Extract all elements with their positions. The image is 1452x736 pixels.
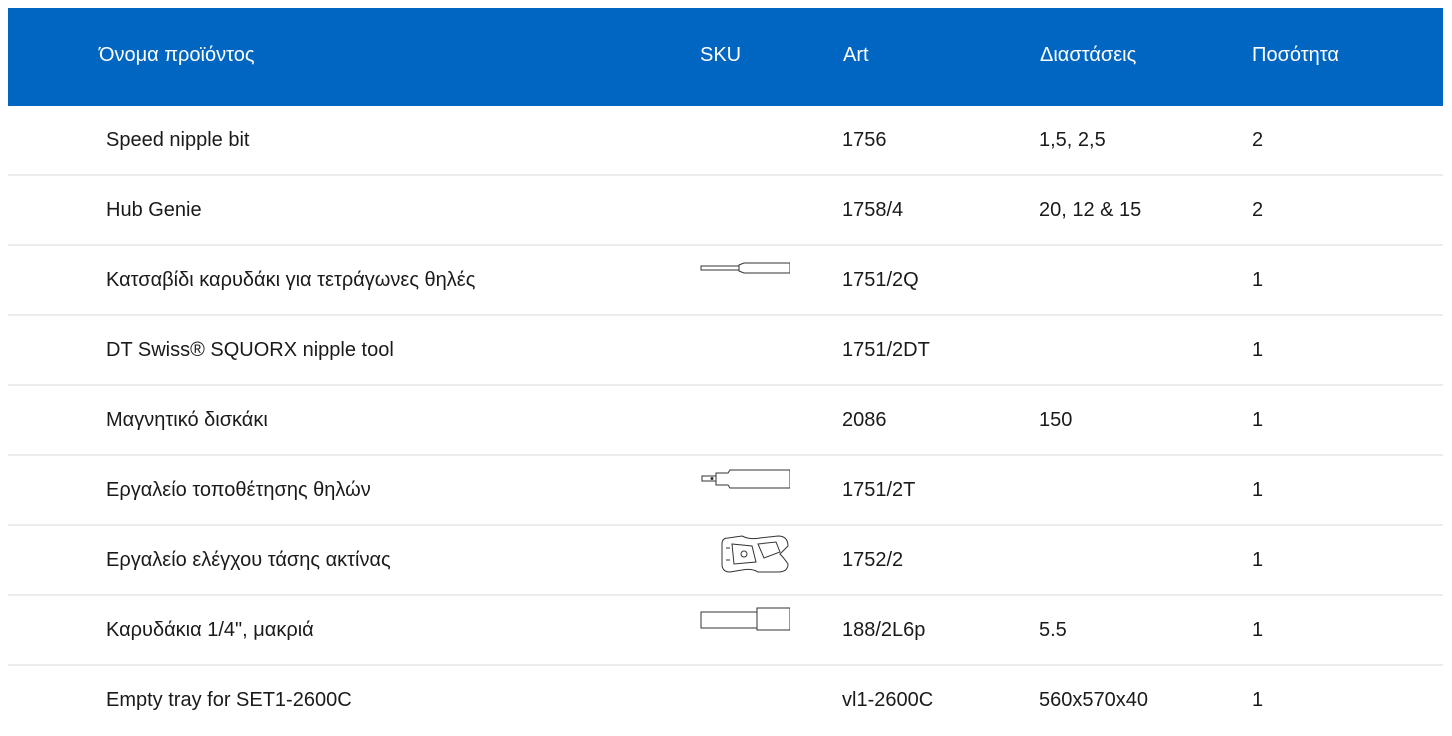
header-quantity[interactable]: Ποσότητα [1252,8,1339,106]
cell-art: 1751/2T [842,479,916,501]
cell-art: 1758/4 [842,199,904,221]
cell-art: 1752/2 [842,549,904,571]
cell-dimensions: 20, 12 & 15 [1039,199,1142,221]
table-row[interactable]: Καρυδάκια 1/4", μακριά 188/2L6p 5.5 1 [8,596,1443,666]
cell-art: 188/2L6p [842,619,926,641]
cell-name: Καρυδάκια 1/4", μακριά [106,619,314,641]
table-row[interactable]: Κατσαβίδι καρυδάκι για τετράγωνες θηλές … [8,246,1443,316]
cell-name: DT Swiss® SQUORX nipple tool [106,339,394,361]
cell-art: vl1-2600C [842,689,934,711]
cell-quantity: 1 [1252,409,1264,431]
product-table: Όνομα προϊόντος SKU Art Διαστάσεις Ποσότ… [8,8,1443,736]
cell-art: 1751/2Q [842,269,919,291]
cell-name: Κατσαβίδι καρυδάκι για τετράγωνες θηλές [106,269,476,291]
cell-quantity: 1 [1252,549,1264,571]
cell-name: Εργαλείο ελέγχου τάσης ακτίνας [106,549,391,571]
cell-quantity: 1 [1252,619,1264,641]
table-body: Speed nipple bit 1756 1,5, 2,5 2 Hub Gen… [8,106,1443,736]
cell-quantity: 2 [1252,129,1264,151]
cell-name: Speed nipple bit [106,129,250,151]
cell-name: Εργαλείο τοποθέτησης θηλών [106,479,371,501]
cell-dimensions: 1,5, 2,5 [1039,129,1106,151]
table-row[interactable]: Hub Genie 1758/4 20, 12 & 15 2 [8,176,1443,246]
header-dimensions[interactable]: Διαστάσεις [1040,8,1136,106]
socket-thumbnail[interactable] [700,602,790,642]
cell-quantity: 2 [1252,199,1264,221]
table-header: Όνομα προϊόντος SKU Art Διαστάσεις Ποσότ… [8,8,1443,106]
cell-art: 2086 [842,409,887,431]
table-row[interactable]: Empty tray for SET1-2600C vl1-2600C 560x… [8,666,1443,736]
cell-art: 1756 [842,129,887,151]
cell-name: Μαγνητικό δισκάκι [106,409,268,431]
cell-name: Empty tray for SET1-2600C [106,689,352,711]
header-name[interactable]: Όνομα προϊόντος [99,8,255,106]
table-row[interactable]: Εργαλείο τοποθέτησης θηλών 1751/2T 1 [8,456,1443,526]
header-art[interactable]: Art [843,8,869,106]
nipple-driver-thumbnail[interactable] [700,462,790,502]
cell-name: Hub Genie [106,199,202,221]
cell-dimensions: 150 [1039,409,1073,431]
tension-meter-thumbnail[interactable] [700,532,790,573]
cell-art: 1751/2DT [842,339,930,361]
cell-dimensions: 5.5 [1039,619,1067,641]
table-row[interactable]: Μαγνητικό δισκάκι 2086 150 1 [8,386,1443,456]
cell-quantity: 1 [1252,339,1264,361]
header-sku[interactable]: SKU [700,8,741,106]
table-row[interactable]: DT Swiss® SQUORX nipple tool 1751/2DT 1 [8,316,1443,386]
cell-quantity: 1 [1252,689,1264,711]
cell-dimensions: 560x570x40 [1039,689,1148,711]
cell-quantity: 1 [1252,269,1264,291]
table-row[interactable]: Speed nipple bit 1756 1,5, 2,5 2 [8,106,1443,176]
cell-quantity: 1 [1252,479,1264,501]
table-row[interactable]: Εργαλείο ελέγχου τάσης ακτίνας 1752/2 1 [8,526,1443,596]
screwdriver-thumbnail[interactable] [700,252,790,292]
